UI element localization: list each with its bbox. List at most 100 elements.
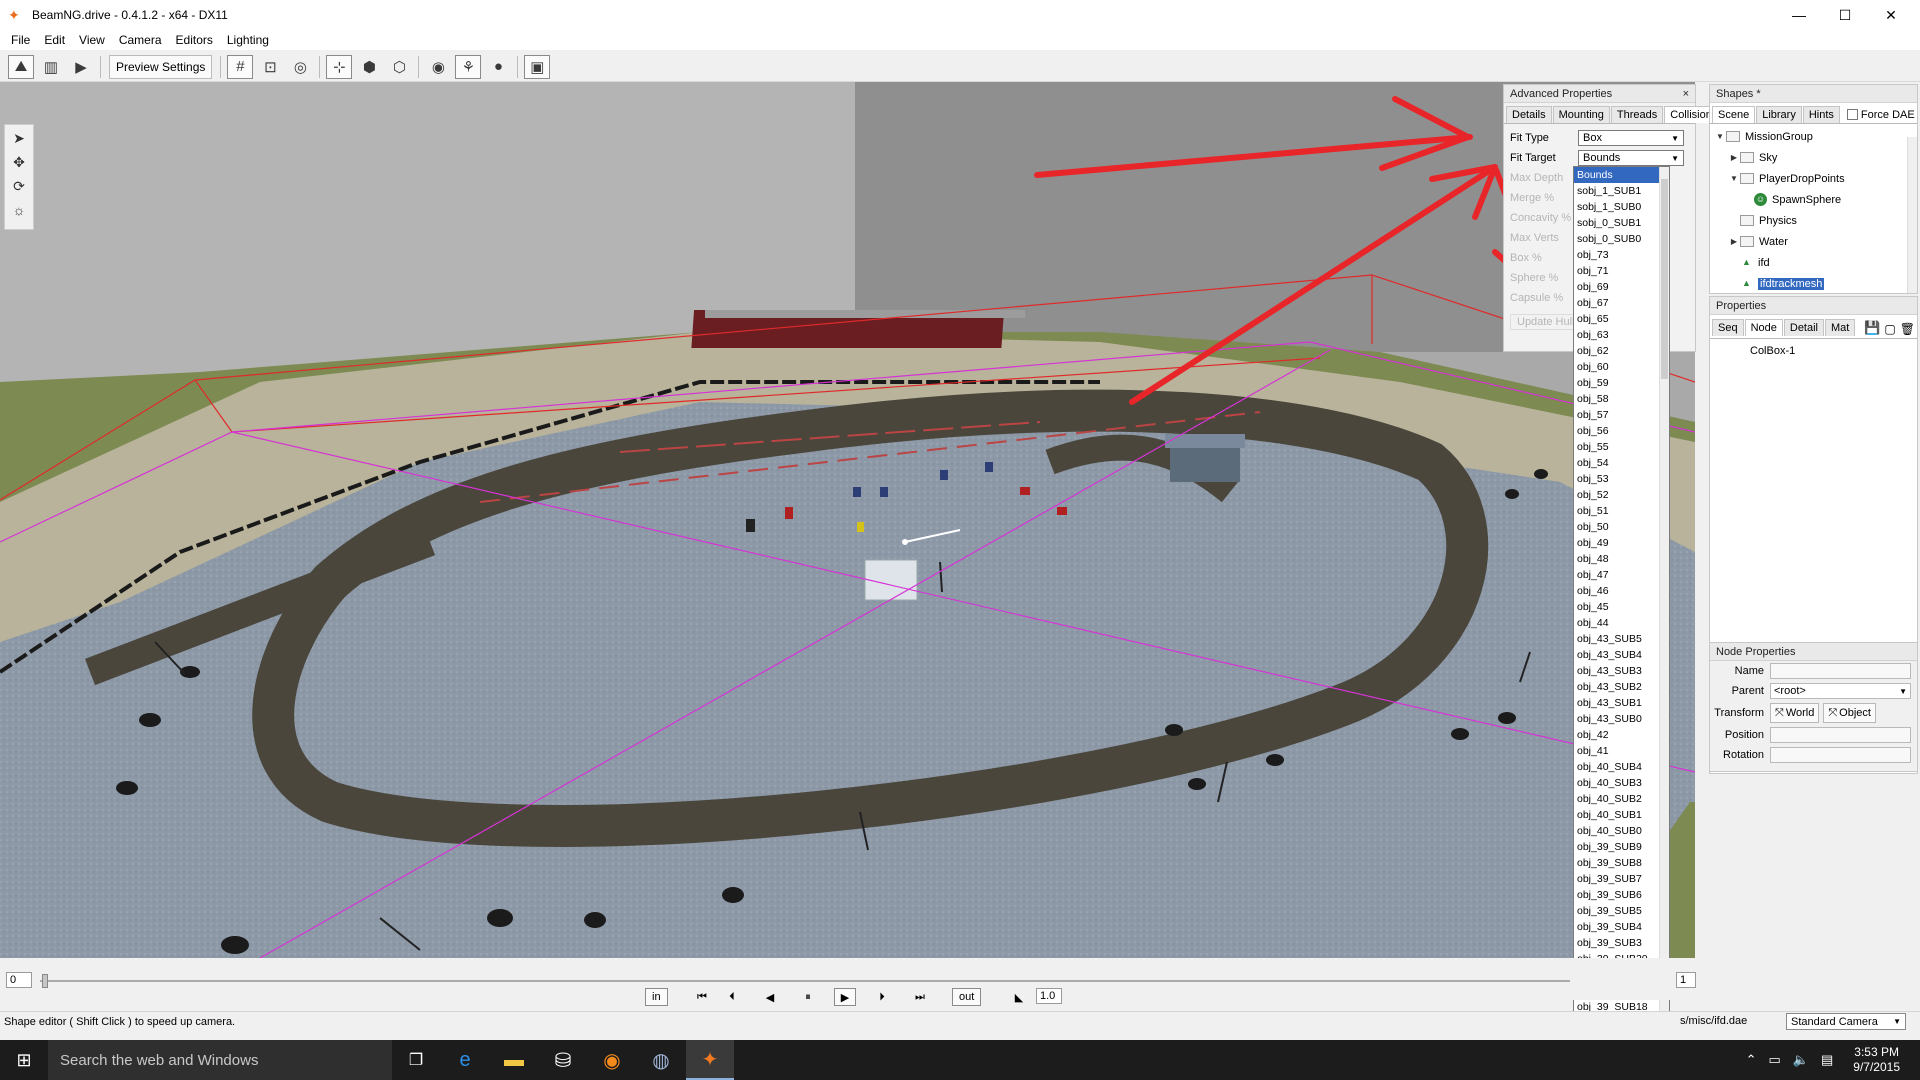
- tab-hints[interactable]: Hints: [1802, 106, 1840, 123]
- scrollbar-thumb[interactable]: [1661, 179, 1668, 379]
- maximize-button[interactable]: ☐: [1822, 0, 1868, 30]
- dropdown-option[interactable]: sobj_0_SUB1: [1574, 215, 1669, 231]
- windows-start-icon[interactable]: ⊞: [0, 1040, 48, 1080]
- tab-detail[interactable]: Detail: [1783, 319, 1824, 336]
- expand-toggle-icon[interactable]: ▼: [1728, 174, 1740, 183]
- frame-field[interactable]: 0: [6, 972, 32, 988]
- firefox-icon[interactable]: ◉: [588, 1040, 636, 1080]
- rotate-icon[interactable]: ⟳: [7, 175, 31, 197]
- close-button[interactable]: ✕: [1868, 0, 1914, 30]
- timeline-track[interactable]: [40, 980, 1570, 982]
- beamng-taskbar-icon[interactable]: ✦: [686, 1040, 734, 1080]
- dropdown-option[interactable]: obj_71: [1574, 263, 1669, 279]
- dropdown-option[interactable]: obj_59: [1574, 375, 1669, 391]
- rotation-field[interactable]: [1770, 747, 1911, 763]
- steam-icon[interactable]: ◍: [637, 1040, 685, 1080]
- dropdown-option[interactable]: obj_69: [1574, 279, 1669, 295]
- dropdown-option[interactable]: obj_53: [1574, 471, 1669, 487]
- dropdown-option[interactable]: obj_46: [1574, 583, 1669, 599]
- tab-seq[interactable]: Seq: [1712, 319, 1744, 336]
- dropdown-option[interactable]: obj_42: [1574, 727, 1669, 743]
- node-icon[interactable]: ⚘: [455, 54, 482, 79]
- tab-details[interactable]: Details: [1506, 106, 1552, 123]
- tree-item[interactable]: ▼ PlayerDropPoints: [1710, 168, 1917, 189]
- dropdown-option[interactable]: obj_65: [1574, 311, 1669, 327]
- list-item[interactable]: ColBox-1: [1750, 345, 1917, 357]
- dropdown-option[interactable]: obj_63: [1574, 327, 1669, 343]
- expand-toggle-icon[interactable]: ▶: [1728, 237, 1740, 246]
- delete-icon[interactable]: 🗑: [1900, 322, 1915, 336]
- dropdown-option[interactable]: obj_39_SUB6: [1574, 887, 1669, 903]
- dropdown-option[interactable]: obj_39_SUB4: [1574, 919, 1669, 935]
- tab-scene[interactable]: Scene: [1712, 106, 1756, 123]
- tab-mounting[interactable]: Mounting: [1552, 106, 1610, 123]
- step-back-icon[interactable]: ⏴: [724, 988, 740, 1006]
- menu-edit[interactable]: Edit: [37, 33, 72, 47]
- step-forward-icon[interactable]: ⏵: [874, 988, 890, 1006]
- menu-lighting[interactable]: Lighting: [220, 33, 276, 47]
- 3d-viewport[interactable]: [0, 82, 1695, 958]
- file-explorer-icon[interactable]: ▬: [490, 1040, 538, 1080]
- chevron-up-icon[interactable]: ⌃: [1746, 1052, 1757, 1068]
- tab-node[interactable]: Node: [1744, 319, 1783, 336]
- tree-item[interactable]: ▶ Water: [1710, 231, 1917, 252]
- tab-threads[interactable]: Threads: [1610, 106, 1664, 123]
- task-view-icon[interactable]: ❐: [392, 1040, 440, 1080]
- taskbar-search[interactable]: Search the web and Windows: [48, 1040, 392, 1080]
- selection-center-icon[interactable]: ⊹: [326, 54, 353, 79]
- menu-editors[interactable]: Editors: [169, 33, 220, 47]
- store-icon[interactable]: ⛁: [539, 1040, 587, 1080]
- save-icon[interactable]: 💾: [1864, 320, 1880, 336]
- dropdown-option[interactable]: obj_39_SUB3: [1574, 935, 1669, 951]
- dropdown-option[interactable]: sobj_0_SUB0: [1574, 231, 1669, 247]
- dropdown-option[interactable]: obj_39_SUB9: [1574, 839, 1669, 855]
- play-reverse-icon[interactable]: ◀: [762, 988, 778, 1006]
- dropdown-scrollbar[interactable]: [1659, 167, 1669, 1029]
- dropdown-option[interactable]: obj_40_SUB2: [1574, 791, 1669, 807]
- dropdown-option[interactable]: obj_58: [1574, 391, 1669, 407]
- dropdown-option[interactable]: obj_73: [1574, 247, 1669, 263]
- notifications-icon[interactable]: ▤: [1821, 1052, 1833, 1068]
- scene-tree-scrollbar[interactable]: [1907, 137, 1917, 293]
- camera-speed-icon[interactable]: ◎: [287, 55, 313, 79]
- gui-editor-icon[interactable]: ▥: [38, 55, 64, 79]
- camera-select[interactable]: Standard Camera ▼: [1786, 1013, 1906, 1030]
- dropdown-option[interactable]: obj_56: [1574, 423, 1669, 439]
- menu-view[interactable]: View: [72, 33, 112, 47]
- dropdown-option[interactable]: obj_48: [1574, 551, 1669, 567]
- dropdown-option[interactable]: obj_45: [1574, 599, 1669, 615]
- dropdown-option[interactable]: obj_39_SUB5: [1574, 903, 1669, 919]
- parent-select[interactable]: <root> ▼: [1770, 683, 1911, 699]
- pause-icon[interactable]: ⏸: [800, 988, 816, 1006]
- fit-target-dropdown[interactable]: Bounds sobj_1_SUB1 sobj_1_SUB0 sobj_0_SUB1 s…: [1573, 166, 1670, 1030]
- grid-snap-icon[interactable]: #: [227, 54, 254, 79]
- close-icon[interactable]: ×: [1683, 88, 1689, 100]
- dropdown-option[interactable]: obj_43_SUB1: [1574, 695, 1669, 711]
- dropdown-option[interactable]: obj_44: [1574, 615, 1669, 631]
- end-frame-field[interactable]: 1: [1676, 972, 1696, 988]
- in-button[interactable]: in: [645, 988, 668, 1006]
- material-sphere-icon[interactable]: ●: [485, 55, 511, 79]
- dropdown-option[interactable]: obj_40_SUB3: [1574, 775, 1669, 791]
- expand-toggle-icon[interactable]: ▶: [1728, 153, 1740, 162]
- dropdown-option[interactable]: obj_50: [1574, 519, 1669, 535]
- dropdown-option[interactable]: obj_40_SUB1: [1574, 807, 1669, 823]
- dropdown-option[interactable]: sobj_1_SUB1: [1574, 183, 1669, 199]
- bounds-icon[interactable]: ⬡: [386, 55, 412, 79]
- sun-icon[interactable]: ☼: [7, 199, 31, 221]
- network-icon[interactable]: ▭: [1769, 1052, 1781, 1068]
- tab-library[interactable]: Library: [1756, 106, 1802, 123]
- tree-item[interactable]: Physics: [1710, 210, 1917, 231]
- dropdown-option[interactable]: obj_55: [1574, 439, 1669, 455]
- dropdown-option[interactable]: obj_41: [1574, 743, 1669, 759]
- dropdown-option[interactable]: obj_47: [1574, 567, 1669, 583]
- preview-settings-button[interactable]: Preview Settings: [109, 54, 213, 79]
- clock[interactable]: 3:53 PM 9/7/2015: [1853, 1045, 1900, 1075]
- dropdown-option[interactable]: obj_54: [1574, 455, 1669, 471]
- skip-end-icon[interactable]: ⏭: [912, 988, 928, 1006]
- skip-start-icon[interactable]: ⏮: [694, 988, 710, 1006]
- expand-toggle-icon[interactable]: ▼: [1714, 132, 1726, 141]
- tree-item[interactable]: ▶ Sky: [1710, 147, 1917, 168]
- tree-item[interactable]: ▲ ifd: [1710, 252, 1917, 273]
- dropdown-option[interactable]: obj_43_SUB5: [1574, 631, 1669, 647]
